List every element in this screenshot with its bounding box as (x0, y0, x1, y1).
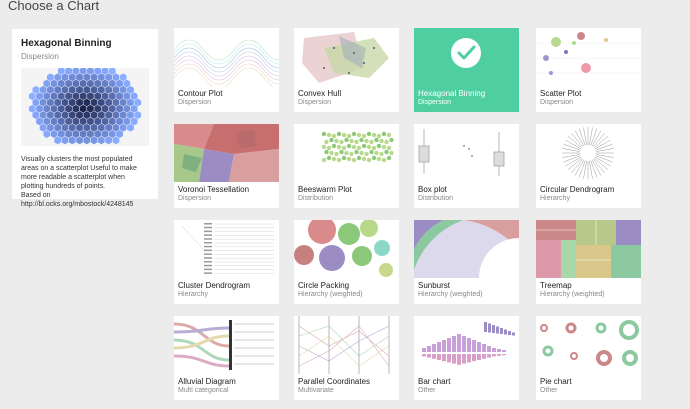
boxplot-thumbnail (414, 124, 519, 182)
chart-card-box-plot[interactable]: Box plot Distribution (414, 124, 519, 208)
chart-card-category: Dispersion (540, 99, 574, 106)
treemap-thumbnail (536, 220, 641, 278)
selected-chart-category: Dispersion (21, 52, 59, 61)
chart-card-category: Hierarchy (178, 291, 208, 298)
selected-chart-title: Hexagonal Binning (21, 38, 112, 49)
chart-card-label: Hexagonal Binning (418, 89, 486, 98)
chart-card-scatter-plot[interactable]: Scatter Plot Dispersion (536, 28, 641, 112)
chart-card-label: Pie chart (540, 377, 572, 386)
sunburst-thumbnail (414, 220, 519, 278)
chart-card-category: Hierarchy (540, 195, 570, 202)
chart-card-voronoi-tessellation[interactable]: Voronoi Tessellation Dispersion (174, 124, 279, 208)
chart-card-bar-chart[interactable]: Bar chart Other (414, 316, 519, 400)
chart-card-cluster-dendrogram[interactable]: Cluster Dendrogram Hierarchy (174, 220, 279, 304)
pie-chart-thumbnail (536, 316, 641, 374)
cluster-dendrogram-thumbnail (174, 220, 279, 278)
chart-card-category: Hierarchy (weighted) (298, 291, 363, 298)
chart-card-category: Dispersion (178, 99, 212, 106)
chart-card-label: Sunburst (418, 281, 451, 290)
chart-card-label: Convex Hull (298, 89, 342, 98)
chart-card-category: Hierarchy (weighted) (540, 291, 605, 298)
chart-card-category: Dispersion (178, 195, 212, 202)
selected-chart-description: Visually clusters the most populated are… (21, 156, 137, 190)
chart-card-label: Cluster Dendrogram (178, 281, 251, 290)
page-title: Choose a Chart (8, 0, 100, 13)
voronoi-thumbnail (174, 124, 279, 182)
chart-card-category: Distribution (298, 195, 334, 202)
convex-hull-thumbnail (294, 28, 399, 86)
chart-card-label: Contour Plot (178, 89, 223, 98)
chart-card-category: Dispersion (418, 99, 452, 106)
chart-card-sunburst[interactable]: Sunburst Hierarchy (weighted) (414, 220, 519, 304)
chart-card-convex-hull[interactable]: Convex Hull Dispersion (294, 28, 399, 112)
chart-card-parallel-coordinates[interactable]: Parallel Coordinates Multivariate (294, 316, 399, 400)
chart-card-label: Parallel Coordinates (298, 377, 371, 386)
chart-card-beeswarm-plot[interactable]: Beeswarm Plot Distribution (294, 124, 399, 208)
chart-card-category: Distribution (418, 195, 454, 202)
contour-thumbnail (174, 28, 279, 86)
chart-card-label: Box plot (418, 185, 447, 194)
chart-card-circle-packing[interactable]: Circle Packing Hierarchy (weighted) (294, 220, 399, 304)
chart-card-category: Multivariate (298, 387, 334, 394)
chart-card-category: Other (418, 387, 436, 394)
chart-card-label: Beeswarm Plot (298, 185, 352, 194)
chart-card-hexagonal-binning[interactable]: Hexagonal Binning Dispersion (414, 28, 519, 112)
chart-card-pie-chart[interactable]: Pie chart Other (536, 316, 641, 400)
chart-card-category: Other (540, 387, 558, 394)
scatter-thumbnail (536, 28, 641, 86)
source-link[interactable]: http://bl.ocks.org/mbostock/4248145 (21, 200, 149, 209)
chart-card-category: Dispersion (298, 99, 332, 106)
chart-card-category: Hierarchy (weighted) (418, 291, 483, 298)
checkmark-icon (414, 28, 519, 86)
bar-chart-thumbnail (414, 316, 519, 374)
chart-card-label: Circle Packing (298, 281, 350, 290)
chart-card-label: Voronoi Tessellation (178, 185, 250, 194)
chart-card-label: Alluvial Diagram (178, 377, 236, 386)
chart-card-alluvial-diagram[interactable]: Alluvial Diagram Multi categorical (174, 316, 279, 400)
chart-card-treemap[interactable]: Treemap Hierarchy (weighted) (536, 220, 641, 304)
chart-card-label: Scatter Plot (540, 89, 582, 98)
chart-card-label: Circular Dendrogram (540, 185, 615, 194)
chart-card-category: Multi categorical (178, 387, 229, 394)
circle-packing-thumbnail (294, 220, 399, 278)
beeswarm-thumbnail (294, 124, 399, 182)
hexbin-preview-image (21, 68, 149, 146)
parallel-coordinates-thumbnail (294, 316, 399, 374)
based-on-label: Based on (21, 192, 51, 199)
chart-card-circular-dendrogram[interactable]: Circular Dendrogram Hierarchy (536, 124, 641, 208)
circular-dendrogram-thumbnail (536, 124, 641, 182)
alluvial-thumbnail (174, 316, 279, 374)
chart-card-contour-plot[interactable]: Contour Plot Dispersion (174, 28, 279, 112)
chart-card-label: Treemap (540, 281, 572, 290)
chart-card-label: Bar chart (418, 377, 451, 386)
selected-chart-panel: Hexagonal Binning Dispersion Visually cl… (12, 29, 158, 208)
